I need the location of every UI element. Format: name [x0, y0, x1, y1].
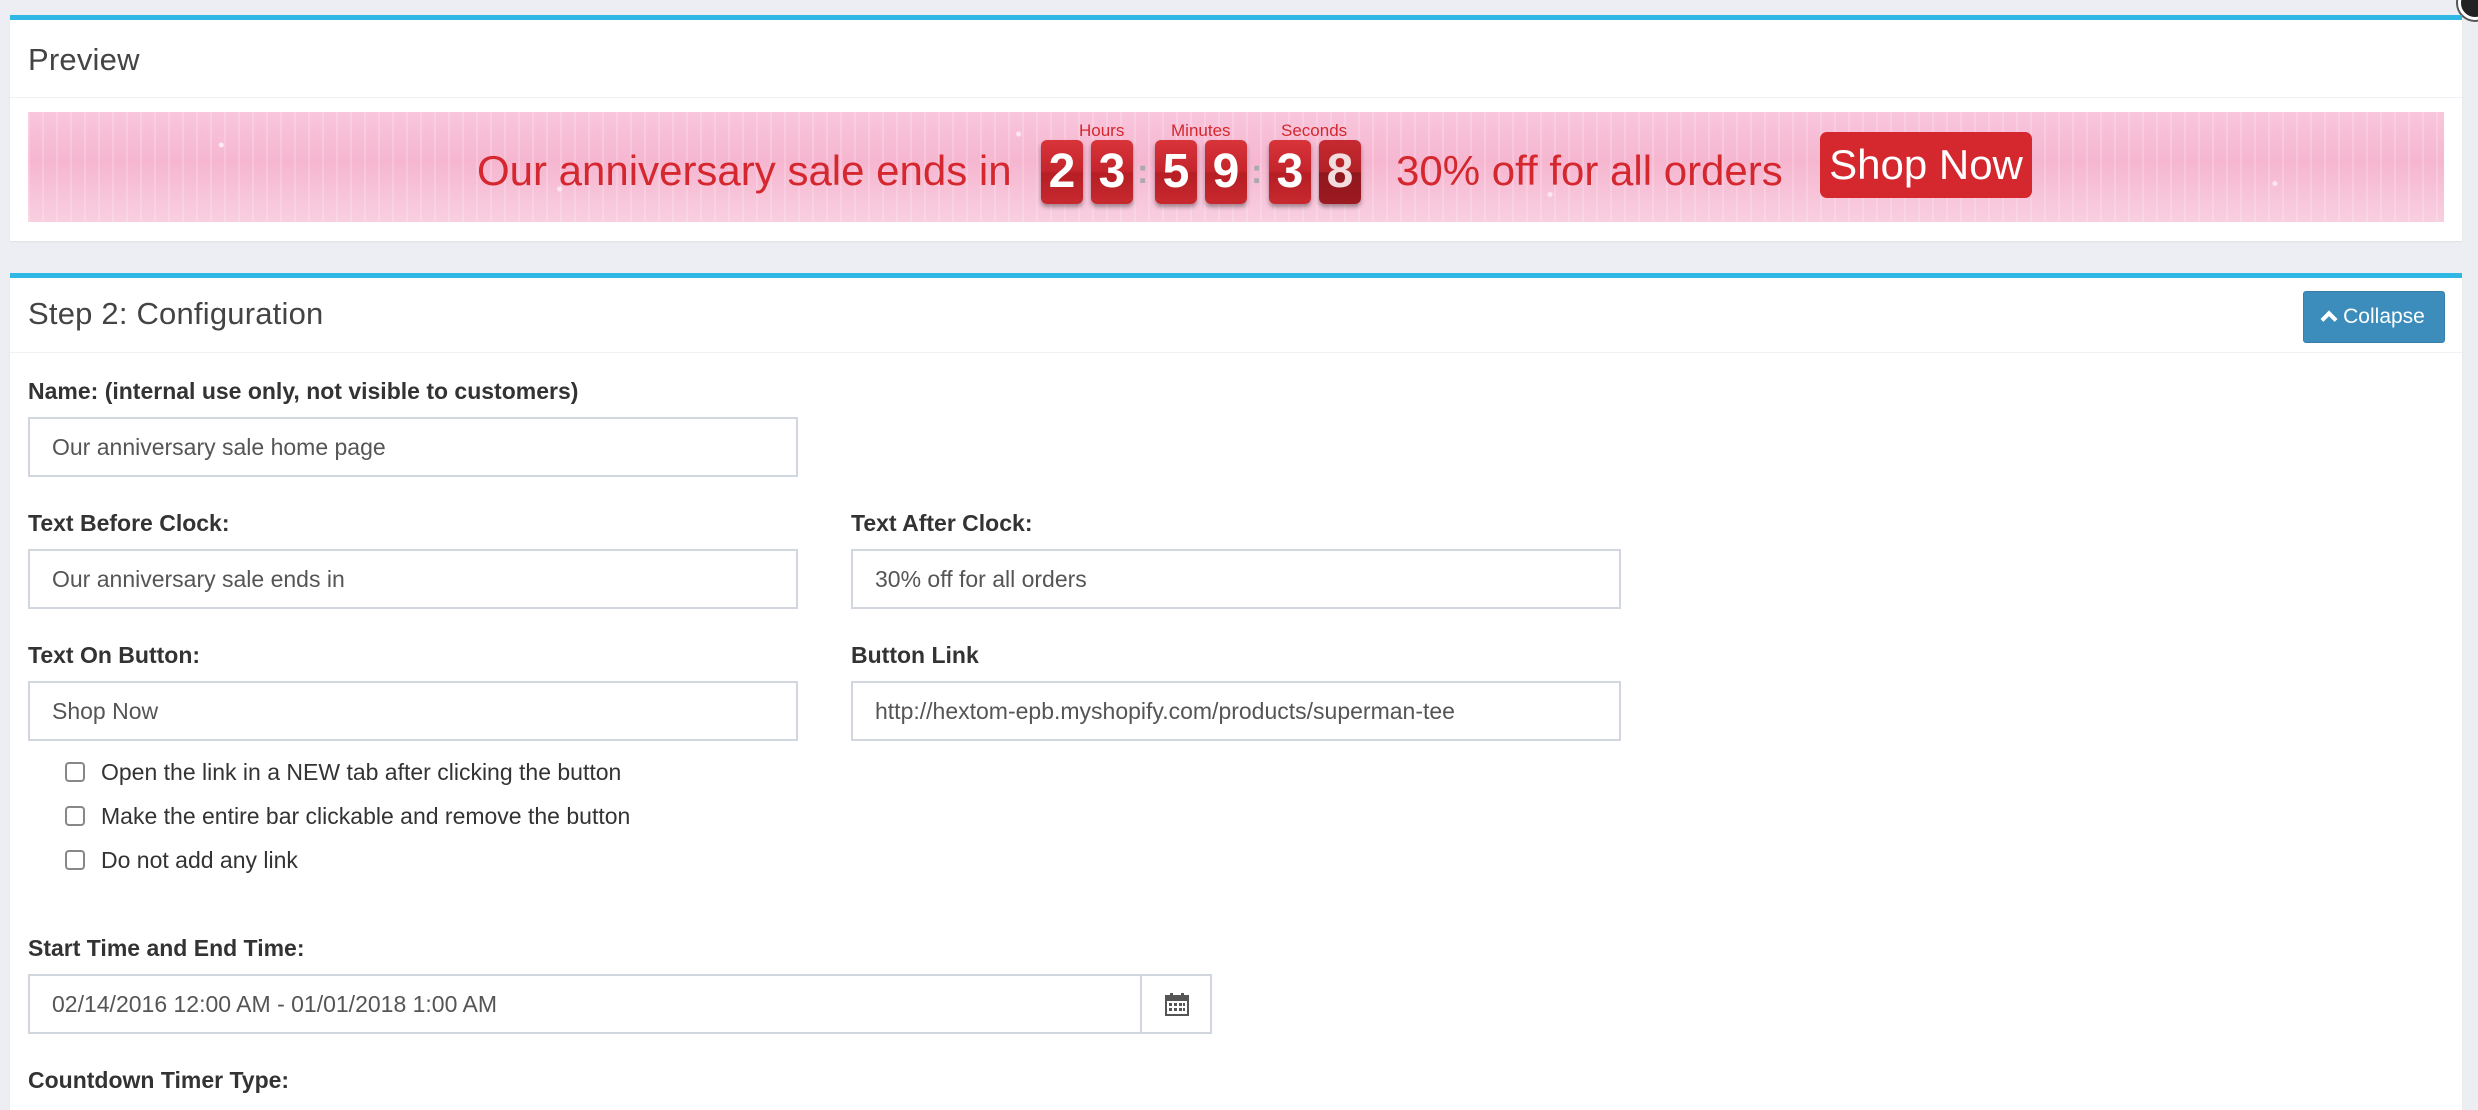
clock-colon: : [1251, 153, 1263, 191]
checkbox-label: Make the entire bar clickable and remove… [101, 803, 631, 829]
time-range-label: Start Time and End Time: [28, 935, 305, 961]
preview-header: Preview [10, 20, 2462, 98]
configuration-header: Step 2: Configuration Collapse [10, 278, 2462, 353]
collapse-button[interactable]: Collapse [2303, 291, 2445, 343]
checkbox[interactable] [65, 850, 85, 870]
checkbox[interactable] [65, 762, 85, 782]
collapse-label: Collapse [2343, 305, 2425, 328]
calendar-button[interactable] [1142, 974, 1212, 1034]
preview-panel: Preview Our anniversary sale ends in Hou… [10, 15, 2462, 241]
text-before-clock-input[interactable]: Our anniversary sale ends in [28, 549, 798, 609]
minutes-label: Minutes [1171, 121, 1231, 140]
clock-colon: : [1137, 153, 1149, 191]
text-after-clock-label: Text After Clock: [851, 510, 1033, 536]
checkbox-label: Open the link in a NEW tab after clickin… [101, 759, 622, 785]
button-link-input[interactable]: http://hextom-epb.myshopify.com/products… [851, 681, 1621, 741]
checkbox-label: Do not add any link [101, 847, 298, 873]
seconds-digit-1: 3 [1269, 140, 1311, 204]
minutes-digit-2: 9 [1205, 140, 1247, 204]
configuration-title: Step 2: Configuration [28, 296, 324, 331]
calendar-icon [1165, 993, 1189, 1016]
banner-text-before: Our anniversary sale ends in [477, 147, 1012, 194]
time-range-input[interactable]: 02/14/2016 12:00 AM - 01/01/2018 1:00 AM [28, 974, 1142, 1034]
checkbox[interactable] [65, 806, 85, 826]
text-after-clock-input[interactable]: 30% off for all orders [851, 549, 1621, 609]
name-input[interactable]: Our anniversary sale home page [28, 417, 798, 477]
configuration-panel: Step 2: Configuration Collapse Name: (in… [10, 273, 2462, 1110]
minutes-digit-1: 5 [1155, 140, 1197, 204]
hours-digit-2: 3 [1091, 140, 1133, 204]
text-on-button-label: Text On Button: [28, 642, 201, 668]
chevron-up-icon [2320, 310, 2338, 328]
hours-digit-1: 2 [1041, 140, 1083, 204]
seconds-digit-2: 8 [1319, 140, 1361, 204]
banner-text-after: 30% off for all orders [1396, 147, 1783, 194]
name-label: Name: (internal use only, not visible to… [28, 378, 579, 404]
seconds-label: Seconds [1281, 121, 1348, 140]
shop-now-button[interactable]: Shop Now [1820, 132, 2032, 198]
top-strip [0, 0, 2478, 12]
countdown-banner: Our anniversary sale ends in Hours Minut… [28, 112, 2444, 222]
button-link-label: Button Link [851, 642, 979, 668]
countdown-timer-type-label: Countdown Timer Type: [28, 1067, 290, 1093]
hours-label: Hours [1079, 121, 1125, 140]
text-on-button-input[interactable]: Shop Now [28, 681, 798, 741]
preview-title: Preview [28, 42, 140, 77]
text-before-clock-label: Text Before Clock: [28, 510, 230, 536]
